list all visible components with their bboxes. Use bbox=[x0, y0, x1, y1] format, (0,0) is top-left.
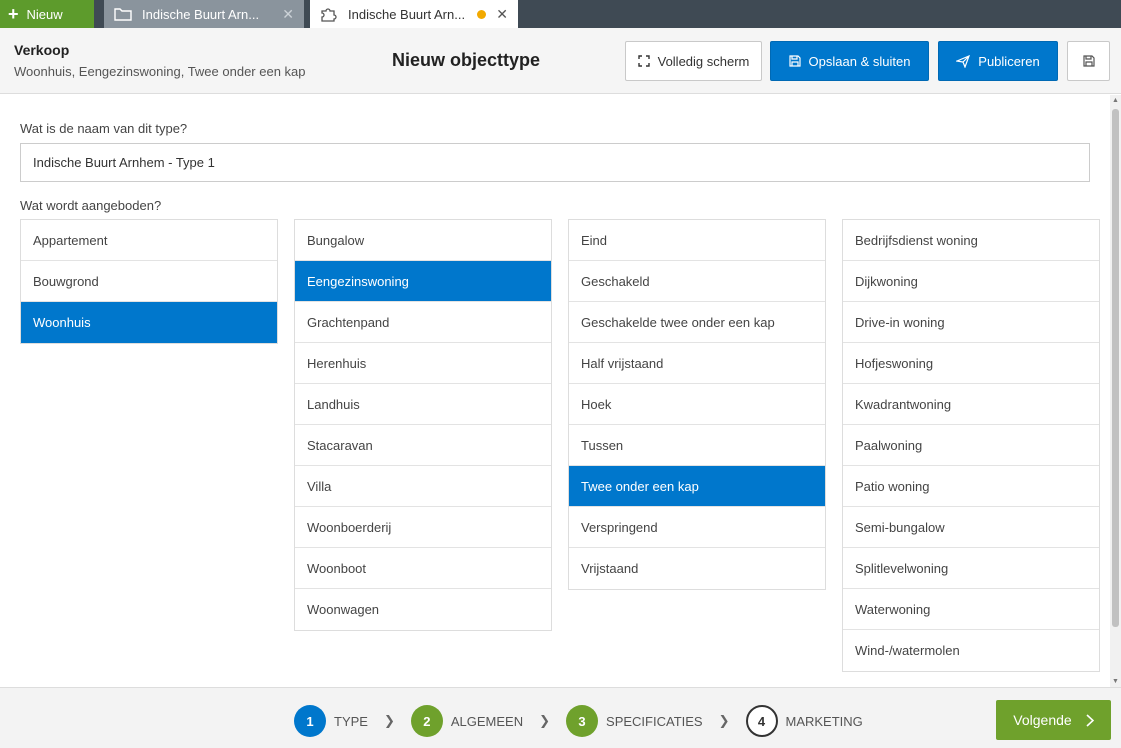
option-item[interactable]: Half vrijstaand bbox=[569, 343, 825, 384]
option-item[interactable]: Bungalow bbox=[295, 220, 551, 261]
plus-icon: + bbox=[8, 4, 19, 24]
publish-button[interactable]: Publiceren bbox=[938, 41, 1058, 81]
next-button[interactable]: Volgende bbox=[996, 700, 1111, 740]
option-item[interactable]: Eind bbox=[569, 220, 825, 261]
save-close-label: Opslaan & sluiten bbox=[808, 53, 911, 69]
tab-label: Indische Buurt Arn... bbox=[348, 6, 466, 22]
step-marketing[interactable]: 4 MARKETING bbox=[745, 705, 863, 737]
option-item[interactable]: Geschakeld bbox=[569, 261, 825, 302]
step-algemeen[interactable]: 2 ALGEMEEN bbox=[410, 705, 524, 737]
type-name-input[interactable] bbox=[20, 143, 1090, 182]
position-column: Eind Geschakeld Geschakelde twee onder een… bbox=[568, 219, 826, 590]
option-item[interactable]: Vrijstaand bbox=[569, 548, 825, 589]
specific-type-column: Bedrijfsdienst woning Dijkwoning Drive-in … bbox=[842, 219, 1100, 672]
fullscreen-button[interactable]: Volledig scherm bbox=[625, 41, 762, 81]
option-item[interactable]: Kwadrantwoning bbox=[843, 384, 1099, 425]
step-specificaties[interactable]: 3 SPECIFICATIES bbox=[566, 705, 703, 737]
save-button[interactable] bbox=[1067, 41, 1110, 81]
puzzle-icon bbox=[321, 8, 337, 22]
option-item[interactable]: Tussen bbox=[569, 425, 825, 466]
next-label: Volgende bbox=[1013, 712, 1072, 728]
step-label: MARKETING bbox=[785, 713, 863, 729]
page-header: Verkoop Woonhuis, Eengezinswoning, Twee … bbox=[0, 28, 1121, 94]
header-subtitle: Woonhuis, Eengezinswoning, Twee onder ee… bbox=[14, 64, 306, 79]
chevron-right-icon: ❯ bbox=[718, 713, 730, 728]
option-item[interactable]: Woonboot bbox=[295, 548, 551, 589]
step-type[interactable]: 1 TYPE bbox=[294, 705, 368, 737]
tab-bar: + Nieuw Indische Buurt Arn... ✕ Indische… bbox=[0, 0, 1121, 28]
option-item[interactable]: Stacaravan bbox=[295, 425, 551, 466]
option-item[interactable]: Woonboerderij bbox=[295, 507, 551, 548]
step-number: 1 bbox=[294, 705, 326, 737]
offered-question: Wat wordt aangeboden? bbox=[20, 198, 162, 213]
scroll-thumb[interactable] bbox=[1112, 109, 1119, 627]
option-item[interactable]: Grachtenpand bbox=[295, 302, 551, 343]
step-label: SPECIFICATIES bbox=[606, 713, 703, 729]
tab-folder[interactable]: Indische Buurt Arn... ✕ bbox=[104, 0, 304, 28]
chevron-right-icon: ❯ bbox=[539, 713, 551, 728]
wizard-footer: 1 TYPE ❯ 2 ALGEMEEN ❯ 3 SPECIFICATIES ❯ … bbox=[0, 687, 1121, 748]
option-item[interactable]: Patio woning bbox=[843, 466, 1099, 507]
option-item[interactable]: Geschakelde twee onder een kap bbox=[569, 302, 825, 343]
option-item[interactable]: Hofjeswoning bbox=[843, 343, 1099, 384]
option-item[interactable]: Herenhuis bbox=[295, 343, 551, 384]
new-tab-button[interactable]: + Nieuw bbox=[0, 0, 94, 28]
tab-objecttype[interactable]: Indische Buurt Arn... ✕ bbox=[310, 0, 518, 28]
save-icon bbox=[1082, 55, 1095, 67]
option-item[interactable]: Eengezinswoning bbox=[295, 261, 551, 302]
option-item[interactable]: Semi-bungalow bbox=[843, 507, 1099, 548]
option-item[interactable]: Twee onder een kap bbox=[569, 466, 825, 507]
chevron-right-icon: ❯ bbox=[383, 713, 395, 728]
option-item[interactable]: Wind-/watermolen bbox=[843, 630, 1099, 671]
house-type-column: Bungalow Eengezinswoning Grachtenpand Heren… bbox=[294, 219, 552, 631]
scroll-down-icon[interactable]: ▼ bbox=[1112, 678, 1119, 685]
unsaved-indicator bbox=[477, 9, 487, 19]
new-tab-label: Nieuw bbox=[26, 6, 63, 22]
page-title: Nieuw objecttype bbox=[392, 50, 541, 70]
name-question: Wat is de naam van dit type? bbox=[20, 121, 188, 136]
header-title: Verkoop bbox=[14, 42, 70, 58]
option-item[interactable]: Bedrijfsdienst woning bbox=[843, 220, 1099, 261]
option-item[interactable]: Drive-in woning bbox=[843, 302, 1099, 343]
option-item[interactable]: Hoek bbox=[569, 384, 825, 425]
send-icon bbox=[956, 54, 971, 68]
main-content: Wat is de naam van dit type? Wat wordt a… bbox=[0, 95, 1110, 687]
publish-label: Publiceren bbox=[978, 53, 1040, 69]
option-item[interactable]: Waterwoning bbox=[843, 589, 1099, 630]
option-item[interactable]: Verspringend bbox=[569, 507, 825, 548]
wizard-steps: 1 TYPE ❯ 2 ALGEMEEN ❯ 3 SPECIFICATIES ❯ … bbox=[294, 705, 863, 737]
option-item[interactable]: Woonhuis bbox=[21, 302, 277, 343]
close-icon[interactable]: ✕ bbox=[496, 6, 508, 23]
chevron-right-icon bbox=[1086, 713, 1094, 727]
step-number: 4 bbox=[745, 705, 778, 737]
option-item[interactable]: Dijkwoning bbox=[843, 261, 1099, 302]
step-label: ALGEMEEN bbox=[450, 713, 524, 729]
option-item[interactable]: Woonwagen bbox=[295, 589, 551, 630]
option-item[interactable]: Landhuis bbox=[295, 384, 551, 425]
option-item[interactable]: Splitlevelwoning bbox=[843, 548, 1099, 589]
scroll-up-icon[interactable]: ▲ bbox=[1112, 97, 1119, 104]
option-item[interactable]: Bouwgrond bbox=[21, 261, 277, 302]
save-close-button[interactable]: Opslaan & sluiten bbox=[770, 41, 929, 81]
option-item[interactable]: Appartement bbox=[21, 220, 277, 261]
expand-icon bbox=[637, 55, 650, 67]
option-item[interactable]: Villa bbox=[295, 466, 551, 507]
step-number: 3 bbox=[566, 705, 599, 737]
step-label: TYPE bbox=[334, 713, 368, 729]
fullscreen-label: Volledig scherm bbox=[657, 53, 750, 69]
vertical-scrollbar[interactable]: ▲ ▼ bbox=[1110, 95, 1121, 687]
step-number: 2 bbox=[410, 705, 443, 737]
tab-label: Indische Buurt Arn... bbox=[142, 6, 260, 22]
save-icon bbox=[788, 55, 801, 67]
folder-icon bbox=[114, 8, 132, 21]
option-item[interactable]: Paalwoning bbox=[843, 425, 1099, 466]
category-column: Appartement Bouwgrond Woonhuis bbox=[20, 219, 278, 344]
close-icon[interactable]: ✕ bbox=[282, 6, 294, 23]
